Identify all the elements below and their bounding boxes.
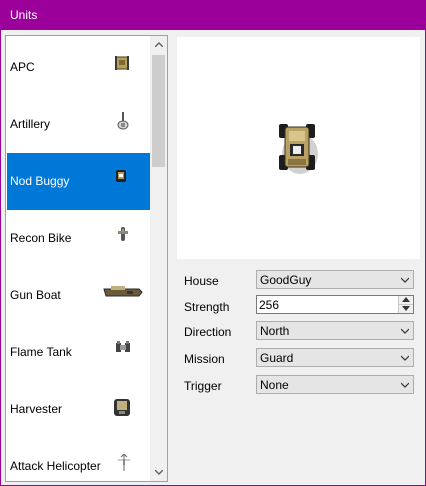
list-item-recon-bike[interactable]: Recon Bike [7,210,150,267]
list-item-label: Artillery [10,117,51,131]
apc-icon [115,56,129,70]
direction-label: Direction [184,325,232,339]
list-item-attack-helicopter[interactable]: Attack Helicopter [7,438,150,481]
attack-helicopter-icon [118,454,130,471]
list-item-label: Nod Buggy [10,174,70,188]
harvester-icon [114,399,130,416]
list-item-label: Recon Bike [10,231,72,245]
nod-buggy-icon [116,170,126,182]
list-item-harvester[interactable]: Harvester [7,381,150,438]
mission-label: Mission [184,352,225,366]
list-item-label: Harvester [10,402,63,416]
spin-down-icon [402,306,410,311]
units-window: Units APC Artillery Nod Buggy Recon Bike… [0,0,426,486]
house-value: GoodGuy [260,273,312,287]
strength-label: Strength [184,300,230,314]
chevron-down-icon [401,277,409,283]
direction-select[interactable]: North [256,321,414,340]
list-item-flame-tank[interactable]: Flame Tank [7,324,150,381]
scroll-down-button[interactable] [150,464,167,481]
strength-stepper[interactable] [256,295,414,314]
strength-input[interactable] [259,297,389,312]
list-item-label: APC [10,60,35,74]
chevron-up-icon [154,42,163,48]
scroll-thumb[interactable] [152,55,165,167]
trigger-select[interactable]: None [256,375,414,394]
chevron-down-icon [154,469,163,475]
chevron-down-icon [401,382,409,388]
house-label: House [184,274,219,288]
title-bar[interactable]: Units [1,1,425,30]
house-select[interactable]: GoodGuy [256,270,414,289]
mission-value: Guard [260,351,294,365]
mission-select[interactable]: Guard [256,348,414,367]
list-item-label: Attack Helicopter [10,459,101,473]
recon-bike-icon [118,227,128,241]
spin-up-icon [402,297,410,302]
flame-tank-icon [116,341,130,352]
unit-list-scrollbar[interactable] [150,36,167,481]
unit-preview [177,37,420,259]
chevron-down-icon [401,328,409,334]
strength-increment-button[interactable] [398,296,413,305]
chevron-down-icon [401,355,409,361]
direction-value: North [260,324,290,338]
artillery-icon [117,112,129,130]
list-item-nod-buggy[interactable]: Nod Buggy [7,153,150,210]
list-item-apc[interactable]: APC [7,39,150,96]
trigger-value: None [260,378,289,392]
trigger-label: Trigger [184,379,222,393]
list-item-artillery[interactable]: Artillery [7,96,150,153]
list-item-gun-boat[interactable]: Gun Boat [7,267,150,324]
strength-decrement-button[interactable] [398,305,413,313]
gun-boat-icon [103,286,143,297]
nod-buggy-preview-image [279,124,318,174]
list-item-label: Gun Boat [10,288,61,302]
list-item-label: Flame Tank [10,345,72,359]
window-title: Units [10,8,38,22]
unit-list[interactable]: APC Artillery Nod Buggy Recon Bike Gun B… [5,35,168,482]
scroll-up-button[interactable] [150,36,167,53]
